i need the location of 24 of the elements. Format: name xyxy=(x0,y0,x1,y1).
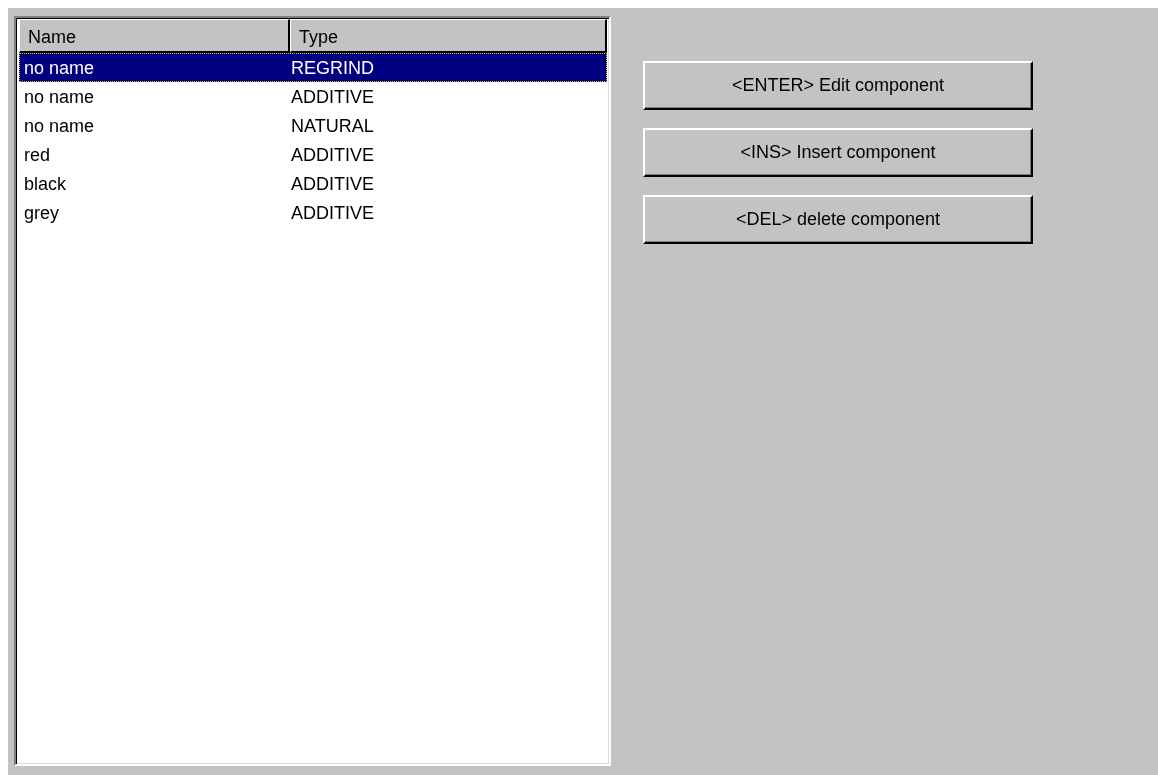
table-cell-text: black xyxy=(23,172,68,195)
list-view[interactable]: Name Type no name REGRIND no name ADDITIVE no name NATURAL red ADDITIVE black ADDITIVE grey ADDITIVE xyxy=(14,16,611,766)
action-button[interactable]: <INS> Insert component xyxy=(643,128,1033,177)
list-row[interactable]: black ADDITIVE xyxy=(19,169,607,198)
table-cell-text: no name xyxy=(23,56,96,79)
action-button[interactable]: <DEL> delete component xyxy=(643,195,1033,244)
list-row[interactable]: red ADDITIVE xyxy=(19,140,607,169)
table-cell: NATURAL xyxy=(290,114,374,137)
table-cell: ADDITIVE xyxy=(290,172,374,195)
column-header[interactable]: Name xyxy=(19,19,290,53)
action-button[interactable]: <ENTER> Edit component xyxy=(643,61,1033,110)
table-cell-text: no name xyxy=(23,85,96,108)
table-cell-text: red xyxy=(23,143,51,166)
list-row[interactable]: no name NATURAL xyxy=(19,111,607,140)
list-row[interactable]: grey ADDITIVE xyxy=(19,198,607,227)
table-cell: ADDITIVE xyxy=(290,85,374,108)
table-cell: REGRIND xyxy=(290,56,374,79)
list-row[interactable]: no name ADDITIVE xyxy=(19,82,607,111)
column-header[interactable]: Type xyxy=(290,19,607,53)
table-cell: ADDITIVE xyxy=(290,143,374,166)
table-cell-text: grey xyxy=(23,201,60,224)
list-row[interactable]: no name REGRIND xyxy=(19,53,607,82)
table-cell-text: no name xyxy=(23,114,96,137)
table-cell: ADDITIVE xyxy=(290,201,374,224)
